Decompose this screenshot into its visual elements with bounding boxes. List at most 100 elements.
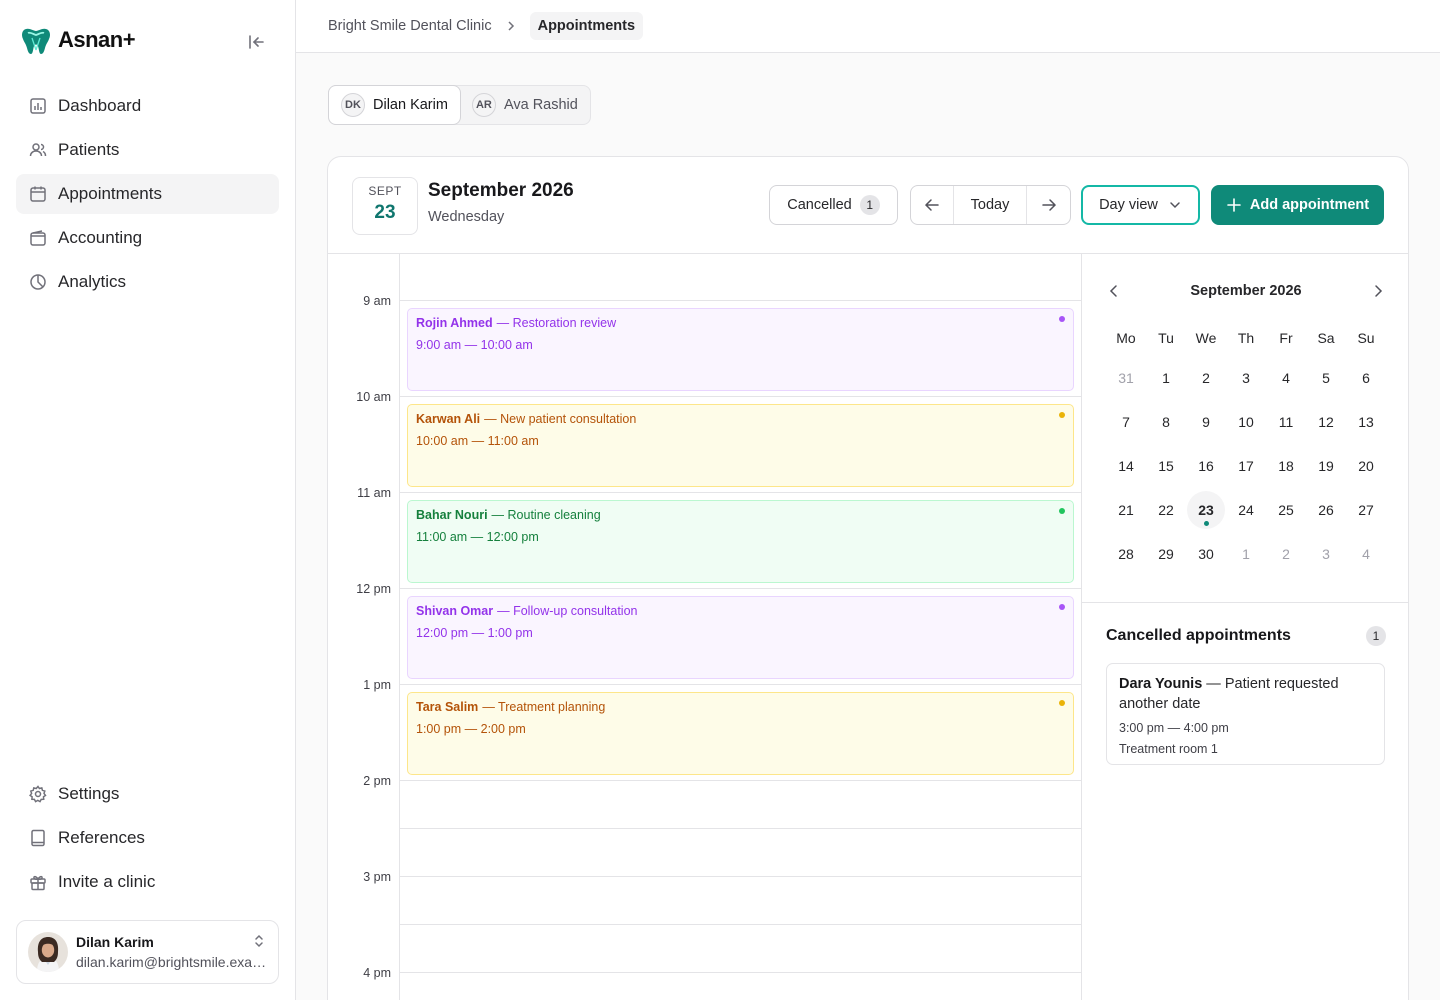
mini-calendar-title: September 2026 (1190, 283, 1302, 299)
sidebar-item-patients[interactable]: Patients (16, 130, 279, 170)
event-time: 12:00 pm — 1:00 pm (416, 626, 533, 640)
sidebar-item-dashboard[interactable]: Dashboard (16, 86, 279, 126)
tab-doctor-dilan[interactable]: DK Dilan Karim (329, 86, 460, 124)
secondary-nav: Settings References Invite a clinic (16, 774, 279, 906)
hour-line (400, 492, 1081, 493)
calendar-day[interactable]: 21 (1106, 488, 1146, 532)
mini-calendar-header: September 2026 (1106, 280, 1386, 302)
calendar-day[interactable]: 11 (1266, 400, 1306, 444)
status-dot (1059, 508, 1065, 514)
appointment-event[interactable]: Rojin Ahmed — Restoration review 9:00 am … (407, 308, 1074, 391)
appointment-event[interactable]: Karwan Ali — New patient consultation 10:… (407, 404, 1074, 487)
calendar-day[interactable]: 9 (1186, 400, 1226, 444)
calendar-day[interactable]: 7 (1106, 400, 1146, 444)
time-label: 2 pm (363, 774, 391, 788)
calendar-day[interactable]: 4 (1346, 532, 1386, 576)
calendar-day-number: 6 (1362, 370, 1370, 386)
brand[interactable]: Asnan+ (20, 24, 136, 56)
calendar-day[interactable]: 8 (1146, 400, 1186, 444)
sidebar-item-invite[interactable]: Invite a clinic (16, 862, 279, 902)
calendar-day[interactable]: 3 (1226, 356, 1266, 400)
calendar-day-number: 30 (1198, 546, 1214, 562)
calendar-day[interactable]: 17 (1226, 444, 1266, 488)
previous-day-button[interactable] (911, 186, 954, 224)
tab-doctor-ava[interactable]: AR Ava Rashid (460, 86, 590, 124)
sidebar-item-accounting[interactable]: Accounting (16, 218, 279, 258)
next-month-button[interactable] (1370, 283, 1386, 299)
appointment-event[interactable]: Shivan Omar — Follow-up consultation 12:0… (407, 596, 1074, 679)
calendar-day[interactable]: 15 (1146, 444, 1186, 488)
cancelled-filter-button[interactable]: Cancelled 1 (769, 185, 898, 225)
today-button[interactable]: Today (954, 186, 1027, 224)
sidebar-item-analytics[interactable]: Analytics (16, 262, 279, 302)
add-appointment-button[interactable]: Add appointment (1211, 185, 1384, 225)
calendar-day[interactable]: 13 (1346, 400, 1386, 444)
cancelled-appointment-card[interactable]: Dara Younis — Patient requested another … (1106, 663, 1385, 765)
calendar-day[interactable]: 6 (1346, 356, 1386, 400)
calendar-day[interactable]: 18 (1266, 444, 1306, 488)
calendar-day[interactable]: 12 (1306, 400, 1346, 444)
next-day-button[interactable] (1027, 186, 1070, 224)
calendar-day-today[interactable]: 23 (1186, 488, 1226, 532)
event-patient: Rojin Ahmed (416, 316, 493, 330)
user-menu[interactable]: Dilan Karim dilan.karim@brightsmile.exam… (16, 920, 279, 984)
calendar-day[interactable]: 22 (1146, 488, 1186, 532)
calendar-day-number: 7 (1122, 414, 1130, 430)
calendar-day-number: 2 (1202, 370, 1210, 386)
previous-month-button[interactable] (1106, 283, 1122, 299)
sidebar-item-settings[interactable]: Settings (16, 774, 279, 814)
weekday-header: Th (1237, 330, 1255, 346)
gear-icon (29, 785, 47, 803)
calendar-day[interactable]: 30 (1186, 532, 1226, 576)
chart-icon (30, 98, 46, 114)
book-icon (31, 829, 45, 847)
time-label: 4 pm (363, 966, 391, 980)
calendar-day[interactable]: 14 (1106, 444, 1146, 488)
calendar-day-number: 15 (1158, 458, 1174, 474)
calendar-day[interactable]: 27 (1346, 488, 1386, 532)
sidebar-item-appointments[interactable]: Appointments (16, 174, 279, 214)
calendar-day[interactable]: 19 (1306, 444, 1346, 488)
calendar-day[interactable]: 20 (1346, 444, 1386, 488)
calendar-day[interactable]: 26 (1306, 488, 1346, 532)
appointment-event[interactable]: Tara Salim — Treatment planning 1:00 pm —… (407, 692, 1074, 775)
calendar-day[interactable]: 24 (1226, 488, 1266, 532)
weekday-header: Mo (1116, 330, 1136, 346)
calendar-icon (30, 186, 46, 202)
collapse-sidebar-button[interactable] (244, 30, 268, 54)
user-email: dilan.karim@brightsmile.example (76, 954, 271, 970)
status-dot (1059, 700, 1065, 706)
appointment-event[interactable]: Bahar Nouri — Routine cleaning 11:00 am —… (407, 500, 1074, 583)
calendar-day[interactable]: 31 (1106, 356, 1146, 400)
calendar-day[interactable]: 1 (1226, 532, 1266, 576)
event-patient: Tara Salim (416, 700, 479, 714)
chevron-right-icon (508, 21, 514, 31)
calendar-day[interactable]: 10 (1226, 400, 1266, 444)
calendar-day[interactable]: 2 (1266, 532, 1306, 576)
calendar-day-number: 25 (1278, 502, 1294, 518)
calendar-day[interactable]: 25 (1266, 488, 1306, 532)
mini-calendar-grid: Mo Tu We Th Fr Sa Su 31 1 2 3 4 5 6 7 8 9 10 11 12 13 14 15 16 1… (1106, 320, 1386, 576)
calendar-day[interactable]: 29 (1146, 532, 1186, 576)
calendar-day[interactable]: 2 (1186, 356, 1226, 400)
event-title: — Restoration review (496, 316, 617, 330)
sidebar-item-references[interactable]: References (16, 818, 279, 858)
calendar-day-number: 31 (1118, 370, 1134, 386)
calendar-day[interactable]: 16 (1186, 444, 1226, 488)
breadcrumb-clinic[interactable]: Bright Smile Dental Clinic (328, 18, 492, 34)
calendar-day-number: 5 (1322, 370, 1330, 386)
calendar-day[interactable]: 28 (1106, 532, 1146, 576)
calendar-day-number: 18 (1278, 458, 1294, 474)
doctor-initials: DK (341, 93, 365, 117)
calendar-day[interactable]: 3 (1306, 532, 1346, 576)
calendar-day[interactable]: 1 (1146, 356, 1186, 400)
weekday-header: Sa (1317, 330, 1335, 346)
cancelled-count-badge: 1 (1366, 626, 1386, 646)
calendar-day[interactable]: 5 (1306, 356, 1346, 400)
calendar-day-number: 23 (1198, 502, 1214, 518)
calendar-day-number: 24 (1238, 502, 1254, 518)
view-select[interactable]: Day view (1081, 185, 1200, 225)
avatar (28, 932, 68, 972)
calendar-day[interactable]: 4 (1266, 356, 1306, 400)
time-label: 11 am (357, 486, 391, 500)
